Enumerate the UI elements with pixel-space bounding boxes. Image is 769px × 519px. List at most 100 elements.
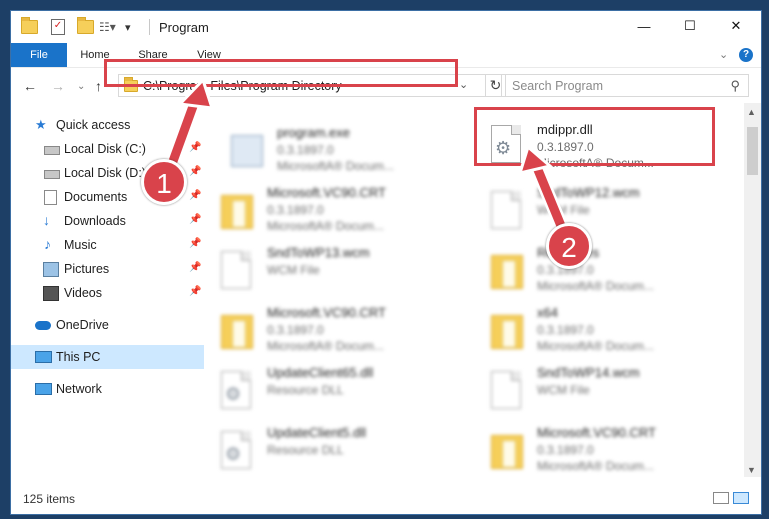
file-item[interactable]: Microsoft.VC90.CRT 0.3.1897.0 MicrosoftA… (211, 179, 441, 239)
document-icon (221, 251, 255, 291)
file-item[interactable]: SndToWP14.wcm WCM File (471, 359, 711, 419)
pin-icon[interactable]: 📌 (189, 214, 201, 225)
pin-icon[interactable]: 📌 (189, 190, 201, 201)
sidebar-item-music[interactable]: ♪ Music 📌 (11, 233, 204, 257)
pin-icon[interactable]: 📌 (189, 166, 201, 177)
scroll-up-icon[interactable]: ▲ (747, 107, 756, 117)
scroll-down-icon[interactable]: ▼ (747, 465, 756, 475)
folder-icon[interactable] (21, 17, 38, 36)
pin-icon[interactable]: 📌 (189, 286, 201, 297)
forward-button[interactable]: → (51, 78, 65, 94)
dll-icon: ⚙ (221, 371, 255, 411)
navigation-pane: ★ Quick access Local Disk (C:) 📌 Local D… (11, 103, 204, 477)
folder-icon (491, 251, 525, 291)
sidebar-item-network[interactable]: Network (11, 377, 204, 401)
document-icon (491, 191, 525, 231)
file-item[interactable]: ⚙ UpdateClient65.dll Resource DLL (211, 359, 441, 419)
star-icon: ★ (35, 117, 47, 132)
document-icon (491, 371, 525, 411)
file-version: 0.3.1897.0 (537, 443, 594, 457)
maximize-button[interactable]: ☐ (667, 11, 713, 41)
title-separator (149, 19, 150, 35)
file-item[interactable]: Microsoft.VC90.CRT 0.3.1897.0 MicrosoftA… (211, 299, 441, 359)
large-icons-view-icon[interactable] (733, 492, 749, 504)
file-version: 0.3.1897.0 (277, 143, 334, 157)
sidebar-item-label: Pictures (64, 262, 110, 276)
recent-locations-button[interactable]: ⌄ (77, 81, 85, 92)
sidebar-item-quick-access[interactable]: ★ Quick access (11, 113, 204, 137)
file-item[interactable]: x64 0.3.1897.0 MicrosoftA® Docum... (471, 299, 711, 359)
scroll-thumb[interactable] (747, 127, 758, 175)
file-name: x64 (537, 305, 558, 320)
disk-icon (44, 170, 60, 179)
file-name: Microsoft.VC90.CRT (267, 185, 386, 200)
music-icon: ♪ (44, 236, 51, 252)
file-name: Microsoft.VC90.CRT (537, 425, 656, 440)
step-1-badge: 1 (141, 159, 187, 205)
file-type: WCM File (537, 383, 590, 397)
pin-icon[interactable]: 📌 (189, 142, 201, 153)
back-button[interactable]: ← (23, 78, 37, 94)
help-icon[interactable]: ? (739, 48, 753, 62)
customize-toolbar-icon[interactable]: ☷▾ (99, 18, 116, 36)
pin-icon[interactable]: 📌 (189, 238, 201, 249)
file-description: MicrosoftA® Docum... (267, 219, 384, 233)
sidebar-item-this-pc[interactable]: This PC (11, 345, 204, 369)
sidebar-item-label: Downloads (64, 214, 126, 228)
folder-icon (491, 431, 525, 471)
minimize-button[interactable]: — (621, 11, 667, 41)
sidebar-item-label: Local Disk (D:) (64, 166, 146, 180)
file-item[interactable]: program.exe 0.3.1897.0 MicrosoftA® Docum… (211, 119, 451, 179)
file-name: UpdateClient5.dll (267, 425, 367, 440)
details-view-icon[interactable] (713, 492, 729, 504)
sidebar-item-label: Videos (64, 286, 102, 300)
step-2-badge: 2 (546, 223, 592, 269)
search-input[interactable]: Search Program ⚲ (501, 74, 749, 97)
pin-icon[interactable]: 📌 (189, 262, 201, 273)
sidebar-item-label: OneDrive (56, 318, 109, 332)
file-name: SndToWP13.wcm (267, 245, 370, 260)
file-version: 0.3.1897.0 (267, 203, 324, 217)
status-bar: 125 items (11, 486, 761, 514)
file-description: MicrosoftA® Docum... (537, 279, 654, 293)
file-description: MicrosoftA® Docum... (537, 459, 654, 473)
file-item[interactable]: SndToWP12.wcm WCM File (471, 179, 711, 239)
sidebar-item-local-disk-c[interactable]: Local Disk (C:) 📌 (11, 137, 204, 161)
up-button[interactable]: ↑ (95, 78, 102, 94)
exe-icon (231, 131, 265, 171)
file-description: MicrosoftA® Docum... (267, 339, 384, 353)
sidebar-item-onedrive[interactable]: OneDrive (11, 313, 204, 337)
monitor-icon (35, 351, 52, 363)
disk-icon (44, 146, 60, 155)
folder-icon (221, 191, 255, 231)
file-type: Resource DLL (267, 383, 344, 397)
properties-icon[interactable]: ✓ (51, 18, 65, 36)
sidebar-item-label: Music (64, 238, 97, 252)
file-type: WCM File (267, 263, 320, 277)
file-highlight (474, 107, 715, 166)
cloud-icon (35, 321, 51, 330)
sidebar-item-pictures[interactable]: Pictures 📌 (11, 257, 204, 281)
vertical-scrollbar[interactable]: ▲ ▼ (744, 103, 761, 477)
tab-file[interactable]: File (11, 43, 67, 67)
chevron-down-icon[interactable]: ⌄ (459, 78, 468, 91)
sidebar-item-videos[interactable]: Videos 📌 (11, 281, 204, 305)
item-count: 125 items (23, 492, 76, 506)
file-item[interactable]: Microsoft.VC90.CRT 0.3.1897.0 MicrosoftA… (471, 419, 711, 477)
sidebar-item-label: Documents (64, 190, 128, 204)
sidebar-item-label: Local Disk (C:) (64, 142, 146, 156)
title-bar: ✓ ☷▾ ▾ Program — ☐ ✕ (11, 11, 761, 43)
sidebar-item-label: Network (56, 382, 102, 396)
file-item[interactable]: SndToWP13.wcm WCM File (211, 239, 441, 299)
file-item[interactable]: ⚙ UpdateClient5.dll Resource DLL (211, 419, 441, 477)
dll-icon: ⚙ (221, 431, 255, 471)
file-description: MicrosoftA® Docum... (537, 339, 654, 353)
expand-ribbon-icon[interactable]: ⌄ (719, 48, 728, 61)
sidebar-item-downloads[interactable]: ↓ Downloads 📌 (11, 209, 204, 233)
sidebar-item-label: This PC (56, 350, 101, 364)
videos-icon (43, 286, 59, 301)
close-button[interactable]: ✕ (713, 11, 759, 41)
dropdown-arrow-icon[interactable]: ▾ (125, 18, 131, 36)
search-placeholder: Search Program (512, 79, 604, 93)
new-folder-icon[interactable] (77, 17, 94, 36)
